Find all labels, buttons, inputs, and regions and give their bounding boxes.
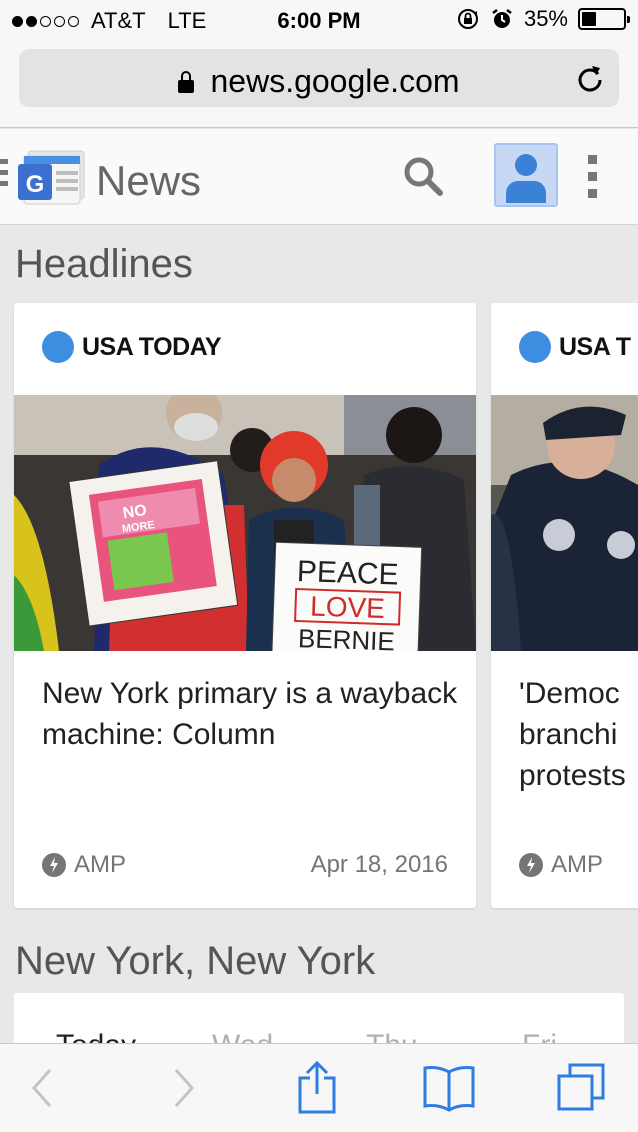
person-icon xyxy=(506,154,546,203)
publisher: USA TODAY xyxy=(42,331,222,363)
svg-text:G: G xyxy=(26,171,45,198)
menu-icon[interactable] xyxy=(0,159,8,192)
amp-lightning-icon xyxy=(42,853,66,877)
account-avatar[interactable] xyxy=(494,143,558,207)
svg-text:PEACE: PEACE xyxy=(296,555,399,592)
article-date: Apr 18, 2016 xyxy=(310,851,448,878)
forward-icon[interactable] xyxy=(168,1066,198,1110)
share-icon[interactable] xyxy=(296,1060,338,1114)
headline-card[interactable]: USA T 'Democ branchi protests AMP xyxy=(491,303,638,908)
address-bar[interactable]: news.google.com xyxy=(19,49,619,107)
browser-address-area: news.google.com xyxy=(0,40,638,128)
publisher-logo-icon xyxy=(42,331,74,363)
amp-label: AMP xyxy=(74,851,127,878)
app-title: News xyxy=(96,157,202,204)
tabs-icon[interactable] xyxy=(556,1062,606,1112)
browser-toolbar xyxy=(0,1043,638,1132)
publisher: USA T xyxy=(519,331,631,363)
article-image xyxy=(491,395,638,651)
app-header: G News xyxy=(0,129,638,225)
rotation-lock-icon xyxy=(457,9,478,29)
publisher-name: USA T xyxy=(559,332,631,361)
bookmarks-icon[interactable] xyxy=(422,1064,476,1112)
headlines-title: Headlines xyxy=(15,242,193,286)
amp-badge: AMP xyxy=(42,851,126,879)
amp-badge: AMP xyxy=(519,851,603,879)
svg-text:NO: NO xyxy=(122,502,148,522)
status-bar: AT&T LTE 6:00 PM 35% xyxy=(0,0,638,40)
article-headline[interactable]: 'Democ branchi protests xyxy=(519,673,638,796)
google-news-logo-icon: G xyxy=(18,150,85,205)
more-options-icon[interactable] xyxy=(588,155,597,206)
svg-text:BERNIE: BERNIE xyxy=(298,623,396,651)
lock-icon xyxy=(178,71,195,93)
headline-card[interactable]: USA TODAY NO MORE PEACE LOVE BERNIE New … xyxy=(14,303,476,908)
publisher-logo-icon xyxy=(519,331,551,363)
amp-lightning-icon xyxy=(519,853,543,877)
amp-label: AMP xyxy=(551,851,604,878)
svg-text:LOVE: LOVE xyxy=(310,590,386,624)
url-text: news.google.com xyxy=(210,63,460,99)
search-icon[interactable] xyxy=(402,155,444,197)
battery-percent: 35% xyxy=(523,6,568,31)
article-image: NO MORE PEACE LOVE BERNIE xyxy=(14,395,476,651)
article-headline[interactable]: New York primary is a wayback machine: C… xyxy=(42,673,462,755)
reload-icon[interactable] xyxy=(575,62,605,94)
publisher-name: USA TODAY xyxy=(82,332,222,361)
back-icon[interactable] xyxy=(28,1066,58,1110)
alarm-icon xyxy=(492,9,512,28)
weather-location-title: New York, New York xyxy=(15,939,376,983)
battery-icon xyxy=(578,8,630,30)
